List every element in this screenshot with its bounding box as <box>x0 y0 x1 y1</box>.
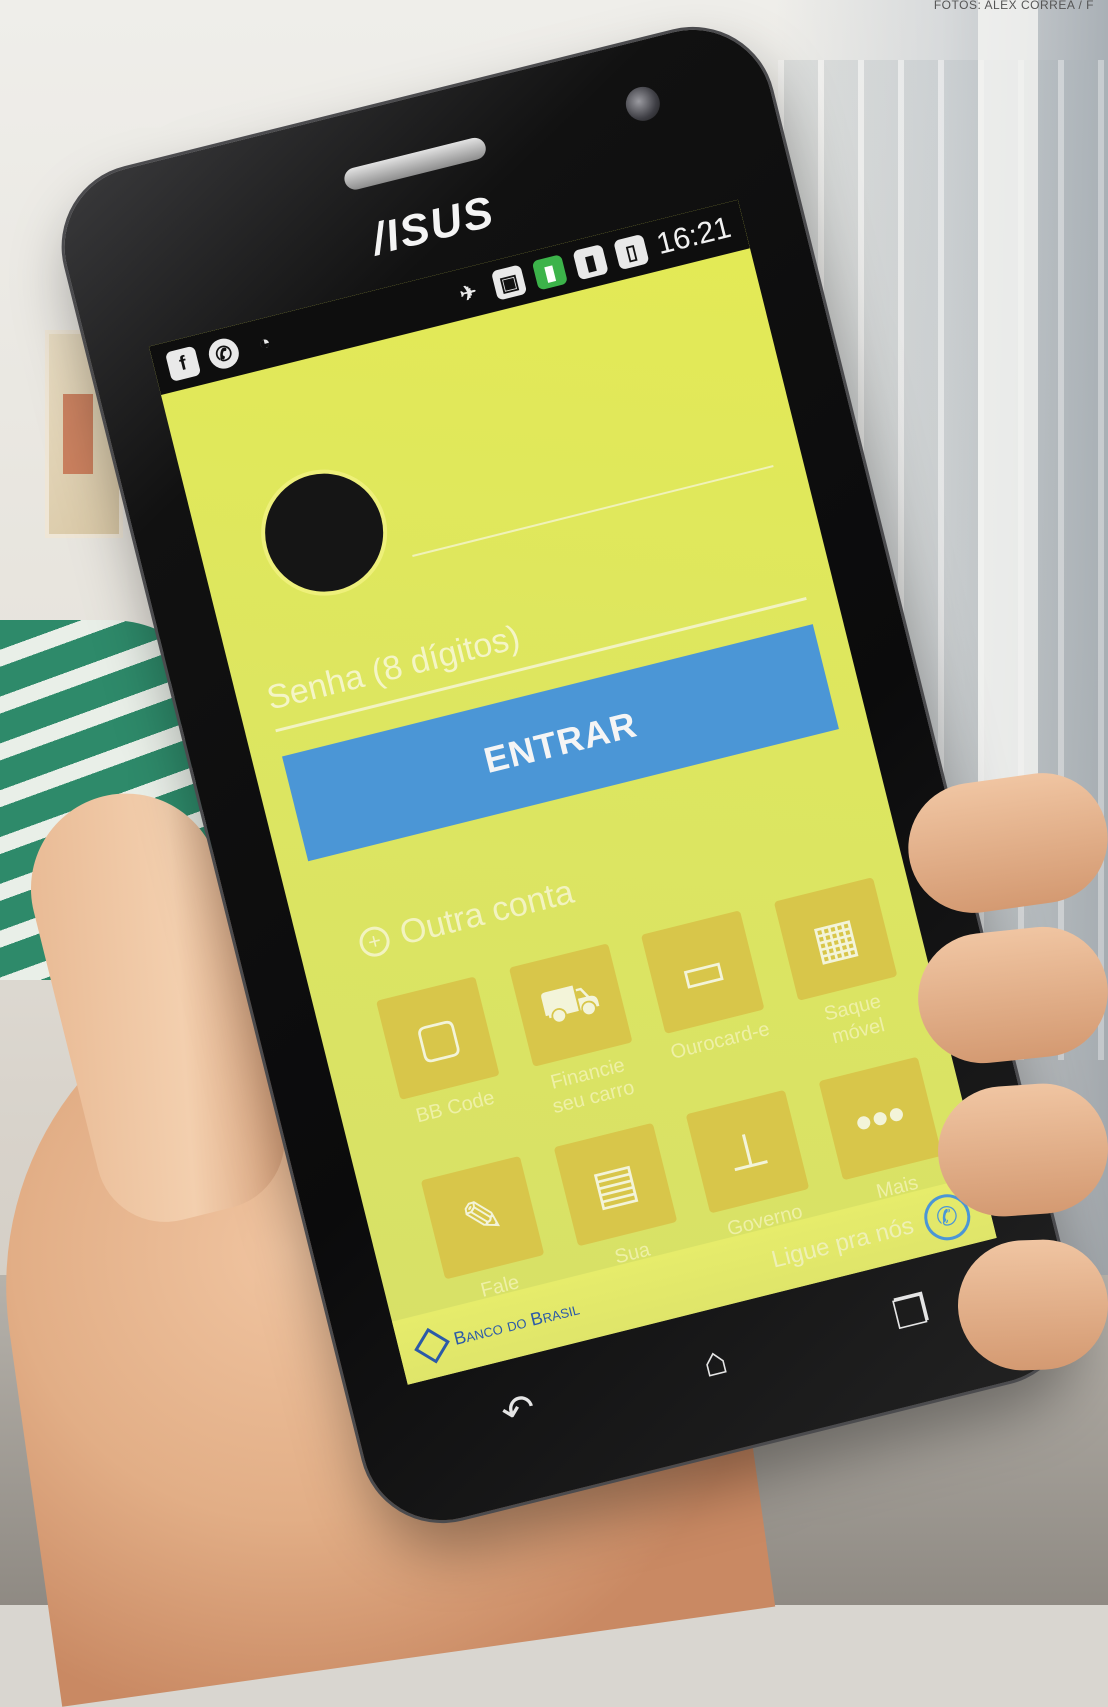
recent-apps-icon[interactable]: ❐ <box>876 1283 945 1342</box>
wifi-icon: ◔ <box>255 330 274 356</box>
user-avatar[interactable] <box>247 456 401 610</box>
tile-bb-code[interactable]: ▢ BB Code <box>372 975 522 1172</box>
facebook-icon: f <box>164 345 202 382</box>
account-divider <box>412 465 774 557</box>
white-pillar <box>978 0 1038 800</box>
back-icon[interactable]: ↶ <box>484 1381 553 1440</box>
whatsapp-icon: ✆ <box>205 335 243 372</box>
car-icon: ⛟ <box>508 943 633 1067</box>
airplane-icon: ✈ <box>457 280 480 306</box>
briefcase-icon: ▤ <box>553 1122 678 1247</box>
pencil-icon: ✎ <box>420 1155 545 1280</box>
more-icon: ••• <box>818 1056 942 1181</box>
home-icon[interactable]: ⌂ <box>680 1333 749 1391</box>
tile-label: Financie seu carro <box>548 1054 637 1119</box>
government-icon: ⊥ <box>685 1089 810 1214</box>
other-account-link[interactable]: + Outra conta <box>355 873 578 964</box>
tile-financie-carro[interactable]: ⛟ Financie seu carro <box>505 942 655 1139</box>
card-icon: ▭ <box>641 910 765 1034</box>
bank-mark-icon <box>414 1327 450 1364</box>
finger <box>955 1237 1108 1373</box>
signal-icon-2: ▮ <box>572 244 609 281</box>
tile-label: Saque móvel <box>821 990 887 1049</box>
tile-saque-movel[interactable]: ▦ Saque móvel <box>769 876 919 1073</box>
other-account-label: Outra conta <box>395 872 578 953</box>
plus-circle-icon: + <box>356 922 393 960</box>
tile-ourocard[interactable]: ▭ Ourocard-e <box>637 909 787 1106</box>
photo-credit: FOTOS: ALEX CORREA / F <box>933 0 1094 12</box>
battery-icon: ▯ <box>613 233 650 271</box>
qr-icon: ▦ <box>773 877 898 1001</box>
earpiece-speaker <box>342 135 489 192</box>
notification-icon: ▣ <box>490 264 528 301</box>
bank-name: Banco do Brasil <box>451 1298 582 1349</box>
signal-icon: ▮ <box>531 254 568 291</box>
bank-logo: Banco do Brasil <box>414 1296 582 1364</box>
lock-icon: ▢ <box>376 976 500 1100</box>
front-camera <box>622 83 664 125</box>
status-time: 16:21 <box>653 210 735 262</box>
phone-brand-logo: /ISUS <box>366 186 500 265</box>
